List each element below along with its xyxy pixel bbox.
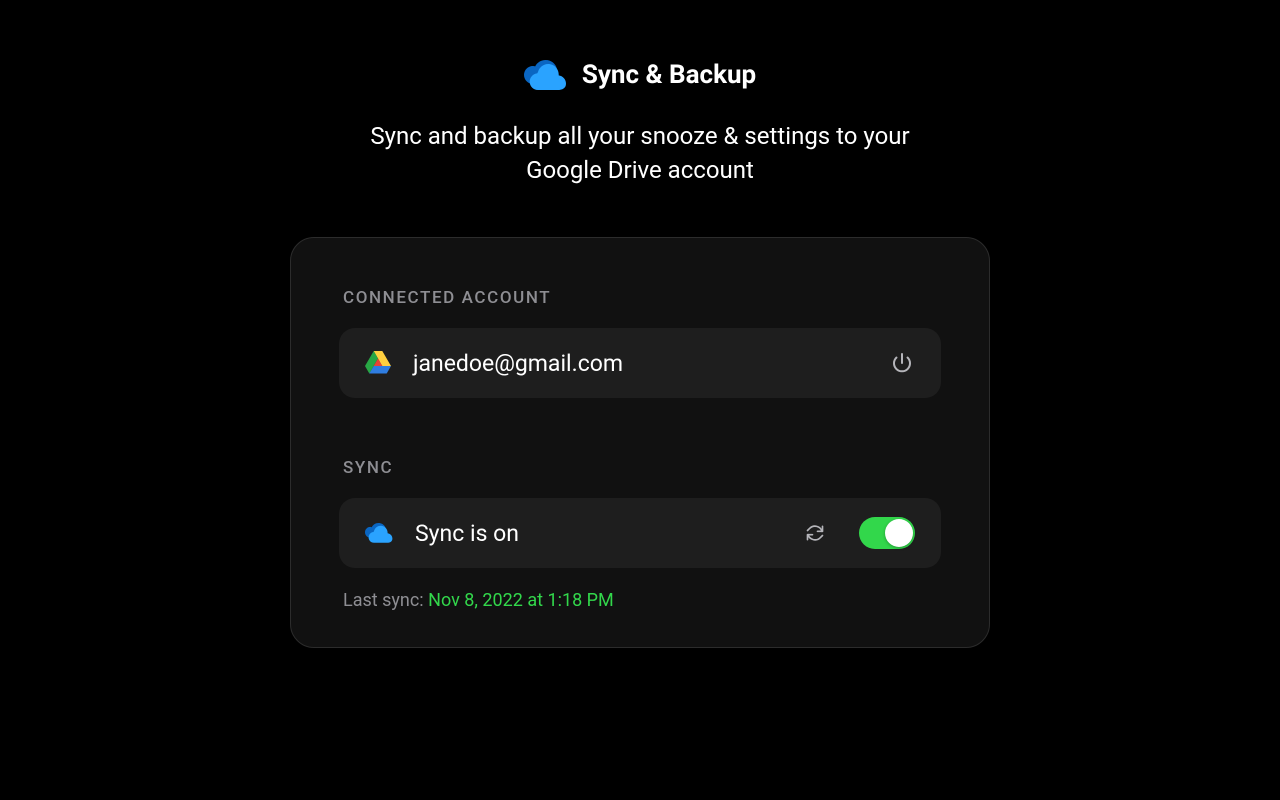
sync-label: SYNC [343,458,941,478]
power-icon [890,351,914,375]
settings-card: CONNECTED ACCOUNT janedoe@gmail.com SYNC [290,237,990,648]
sync-now-button[interactable] [803,521,827,545]
sync-toggle[interactable] [859,517,915,549]
last-sync: Last sync: Nov 8, 2022 at 1:18 PM [343,590,941,611]
account-email: janedoe@gmail.com [413,350,867,377]
page-header: Sync & Backup [524,60,756,90]
connected-account-label: CONNECTED ACCOUNT [343,288,941,308]
toggle-knob [885,519,913,547]
sync-row: Sync is on [339,498,941,568]
page-title: Sync & Backup [582,60,756,90]
sync-status-text: Sync is on [415,520,781,547]
page-root: Sync & Backup Sync and backup all your s… [0,0,1280,800]
connected-account-row[interactable]: janedoe@gmail.com [339,328,941,398]
page-subtitle: Sync and backup all your snooze & settin… [360,120,920,187]
last-sync-label: Last sync: [343,590,428,611]
disconnect-button[interactable] [889,350,915,376]
cloud-icon [365,523,393,543]
cloud-icon [524,60,568,90]
refresh-icon [805,523,825,543]
google-drive-icon [365,351,391,375]
last-sync-time: Nov 8, 2022 at 1:18 PM [428,590,614,611]
